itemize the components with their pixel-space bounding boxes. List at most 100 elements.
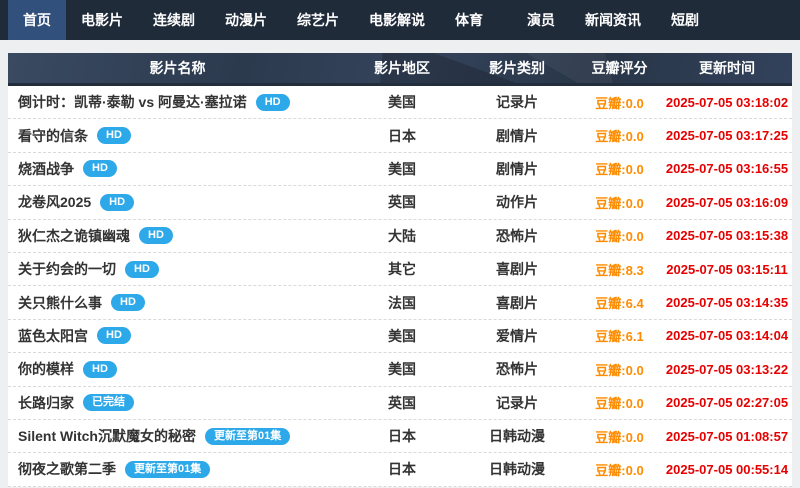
movie-region: 英国 xyxy=(388,394,416,411)
movie-region: 英国 xyxy=(388,194,416,211)
nav-item[interactable]: 首页 xyxy=(8,0,66,40)
nav-item[interactable]: 短剧 xyxy=(656,0,714,40)
header-douban-rating: 豆瓣评分 xyxy=(591,60,648,76)
update-time: 2025-07-05 03:16:55 xyxy=(665,161,789,177)
table-row[interactable]: 彻夜之歌第二季 更新至第01集 日本 日韩动漫 豆瓣:0.0 2025-07-0… xyxy=(8,453,792,487)
movie-category: 喜剧片 xyxy=(496,294,538,311)
movie-region: 其它 xyxy=(388,261,416,278)
douban-rating: 豆瓣:0.0 xyxy=(595,162,644,178)
status-badge: 更新至第01集 xyxy=(205,427,291,445)
nav-item[interactable]: 动漫片 xyxy=(210,0,282,40)
nav-item[interactable]: 电影解说 xyxy=(354,0,440,40)
table-row[interactable]: 狄仁杰之诡镇幽魂 HD 大陆 恐怖片 豆瓣:0.0 2025-07-05 03:… xyxy=(8,219,792,253)
table-row[interactable]: 关只熊什么事 HD 法国 喜剧片 豆瓣:6.4 2025-07-05 03:14… xyxy=(8,286,792,320)
update-time: 2025-07-05 03:17:25 xyxy=(665,128,789,144)
movie-category: 日韩动漫 xyxy=(489,428,545,445)
table-row[interactable]: 你的模样 HD 美国 恐怖片 豆瓣:0.0 2025-07-05 03:13:2… xyxy=(8,353,792,387)
douban-rating: 豆瓣:0.0 xyxy=(595,462,644,478)
status-badge: 已完结 xyxy=(83,394,134,412)
header-movie-category: 影片类别 xyxy=(489,60,545,76)
table-row[interactable]: 长路归家 已完结 英国 记录片 豆瓣:0.0 2025-07-05 02:27:… xyxy=(8,386,792,420)
movie-title-link[interactable]: 蓝色太阳宫 xyxy=(18,326,88,346)
status-badge: HD xyxy=(111,294,145,312)
movie-category: 动作片 xyxy=(496,194,538,211)
update-time: 2025-07-05 02:27:05 xyxy=(665,395,789,411)
table-row[interactable]: 关于约会的一切 HD 其它 喜剧片 豆瓣:8.3 2025-07-05 03:1… xyxy=(8,252,792,287)
movie-category: 恐怖片 xyxy=(496,227,538,244)
movie-title-link[interactable]: 你的模样 xyxy=(18,359,74,379)
movie-title-link[interactable]: 关于约会的一切 xyxy=(18,259,116,279)
douban-rating: 豆瓣:0.0 xyxy=(595,396,644,412)
status-badge: HD xyxy=(125,260,159,278)
update-time: 2025-07-05 03:14:35 xyxy=(665,295,789,311)
update-time: 2025-07-05 03:15:38 xyxy=(665,228,789,244)
movie-title-link[interactable]: 看守的信条 xyxy=(18,126,88,146)
movie-title-link[interactable]: 龙卷风2025 xyxy=(18,192,91,212)
main-nav: 首页 电影片 连续剧 动漫片 综艺片 电影解说 体育 演员 新闻资讯 短剧 xyxy=(0,0,800,40)
table-row[interactable]: Silent Witch沉默魔女的秘密 更新至第01集 日本 日韩动漫 豆瓣:0… xyxy=(8,419,792,454)
status-badge: HD xyxy=(83,360,117,378)
header-update-time: 更新时间 xyxy=(699,60,755,76)
update-time: 2025-07-05 03:14:04 xyxy=(665,328,789,344)
status-badge: HD xyxy=(97,327,131,345)
movie-title-link[interactable]: 长路归家 xyxy=(18,393,74,413)
nav-item[interactable]: 演员 xyxy=(512,0,570,40)
movie-title-link[interactable]: 关只熊什么事 xyxy=(18,293,102,313)
movie-region: 美国 xyxy=(388,327,416,344)
movie-region: 法国 xyxy=(388,294,416,311)
movie-region: 日本 xyxy=(388,428,416,445)
movie-list: 倒计时：凯蒂·泰勒 vs 阿曼达·塞拉诺 HD 美国 记录片 豆瓣:0.0 20… xyxy=(8,86,792,487)
movie-region: 美国 xyxy=(388,361,416,378)
header-movie-name: 影片名称 xyxy=(149,60,206,76)
nav-item[interactable]: 连续剧 xyxy=(138,0,210,40)
update-time: 2025-07-05 01:08:57 xyxy=(665,428,789,444)
movie-title-link[interactable]: 烧酒战争 xyxy=(18,159,74,179)
update-time: 2025-07-05 03:18:02 xyxy=(665,94,789,110)
douban-rating: 豆瓣:0.0 xyxy=(595,229,644,245)
table-header-row: 影片名称 影片地区 影片类别 豆瓣评分 更新时间 xyxy=(8,53,792,86)
status-badge: HD xyxy=(100,193,135,211)
movie-region: 美国 xyxy=(388,160,416,177)
movie-category: 记录片 xyxy=(496,94,538,111)
movie-region: 日本 xyxy=(388,461,416,478)
status-badge: HD xyxy=(97,127,131,145)
update-time: 2025-07-05 00:55:14 xyxy=(665,461,789,477)
douban-rating: 豆瓣:0.0 xyxy=(595,362,644,378)
status-badge: HD xyxy=(255,93,290,111)
movie-title-link[interactable]: Silent Witch沉默魔女的秘密 xyxy=(18,426,196,446)
table-row[interactable]: 看守的信条 HD 日本 剧情片 豆瓣:0.0 2025-07-05 03:17:… xyxy=(8,119,792,153)
table-row[interactable]: 龙卷风2025 HD 英国 动作片 豆瓣:0.0 2025-07-05 03:1… xyxy=(8,186,792,220)
update-time: 2025-07-05 03:15:11 xyxy=(666,261,788,277)
movie-title-link[interactable]: 狄仁杰之诡镇幽魂 xyxy=(18,226,130,246)
movie-title-link[interactable]: 倒计时：凯蒂·泰勒 vs 阿曼达·塞拉诺 xyxy=(18,92,247,112)
movie-title-link[interactable]: 彻夜之歌第二季 xyxy=(18,459,116,479)
table-row[interactable]: 倒计时：凯蒂·泰勒 vs 阿曼达·塞拉诺 HD 美国 记录片 豆瓣:0.0 20… xyxy=(8,86,792,120)
movie-list-container: 影片名称 影片地区 影片类别 豆瓣评分 更新时间 倒计时：凯蒂·泰勒 vs 阿曼… xyxy=(8,53,792,487)
movie-category: 恐怖片 xyxy=(496,361,538,378)
nav-item[interactable]: 新闻资讯 xyxy=(570,0,656,40)
douban-rating: 豆瓣:0.0 xyxy=(595,129,644,145)
movie-region: 日本 xyxy=(388,127,416,144)
movie-region: 大陆 xyxy=(388,227,416,244)
movie-category: 剧情片 xyxy=(496,127,538,144)
douban-rating: 豆瓣:0.0 xyxy=(595,95,644,111)
update-time: 2025-07-05 03:16:09 xyxy=(665,194,789,210)
status-badge: 更新至第01集 xyxy=(125,460,211,478)
movie-category: 剧情片 xyxy=(496,160,538,177)
movie-category: 喜剧片 xyxy=(496,261,538,278)
table-row[interactable]: 烧酒战争 HD 美国 剧情片 豆瓣:0.0 2025-07-05 03:16:5… xyxy=(8,152,792,187)
movie-region: 美国 xyxy=(388,94,416,111)
nav-item[interactable]: 体育 xyxy=(440,0,498,40)
douban-rating: 豆瓣:0.0 xyxy=(595,429,644,445)
movie-category: 日韩动漫 xyxy=(489,461,545,478)
update-time: 2025-07-05 03:13:22 xyxy=(665,361,789,377)
table-row[interactable]: 蓝色太阳宫 HD 美国 爱情片 豆瓣:6.1 2025-07-05 03:14:… xyxy=(8,319,792,354)
nav-item[interactable]: 电影片 xyxy=(66,0,138,40)
douban-rating: 豆瓣:0.0 xyxy=(595,195,644,211)
nav-item[interactable]: 综艺片 xyxy=(282,0,354,40)
movie-category: 爱情片 xyxy=(496,327,538,344)
status-badge: HD xyxy=(139,227,173,245)
status-badge: HD xyxy=(83,160,117,178)
douban-rating: 豆瓣:6.4 xyxy=(595,296,644,312)
douban-rating: 豆瓣:6.1 xyxy=(595,329,644,345)
